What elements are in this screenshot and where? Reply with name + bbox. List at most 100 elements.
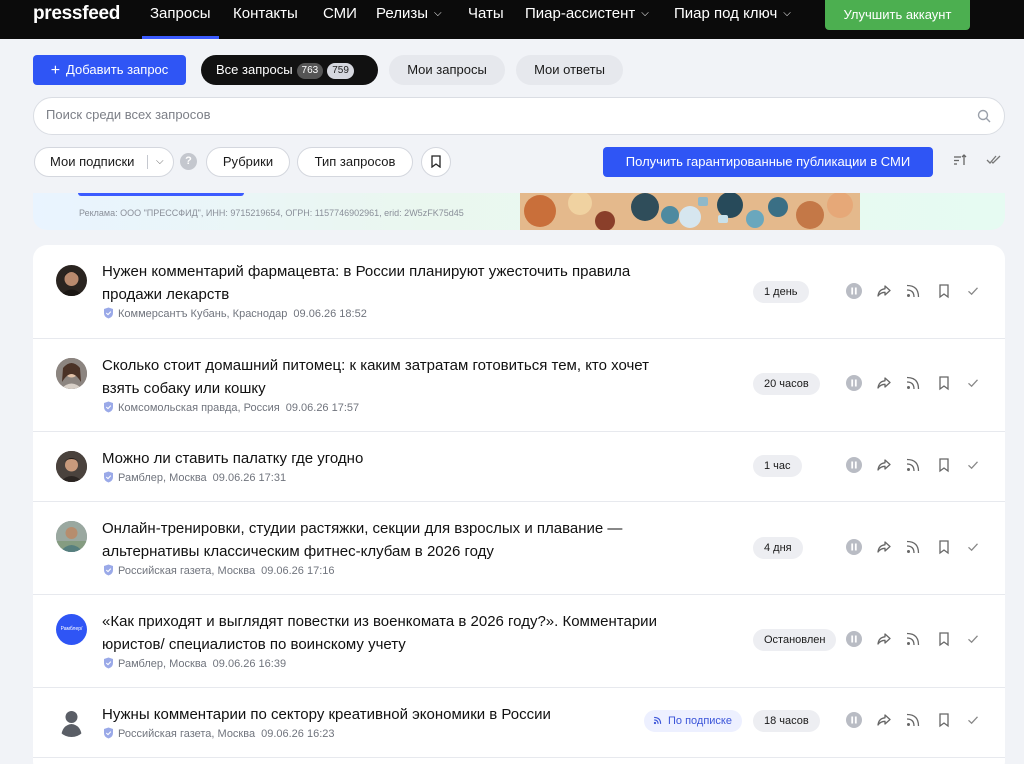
- check-icon[interactable]: [965, 539, 983, 557]
- share-icon[interactable]: [876, 283, 894, 301]
- nav-media[interactable]: СМИ: [323, 5, 357, 39]
- upgrade-account-button[interactable]: Улучшить аккаунт: [825, 0, 970, 30]
- share-icon[interactable]: [876, 375, 894, 393]
- share-icon[interactable]: [876, 631, 894, 649]
- check-icon[interactable]: [965, 631, 983, 649]
- request-source: Рамблер, Москва: [118, 658, 207, 670]
- request-title[interactable]: Сколько стоит домашний питомец: к каким …: [102, 354, 662, 400]
- count-badge: 759: [327, 63, 354, 79]
- verified-shield-icon: [104, 727, 113, 739]
- request-title[interactable]: «Как приходят и выглядят повестки из вое…: [102, 610, 662, 656]
- avatar: [56, 358, 87, 389]
- search-input[interactable]: [46, 107, 946, 122]
- row-actions: [846, 631, 978, 649]
- deadline-badge: 20 часов: [753, 373, 820, 395]
- request-title[interactable]: Онлайн-тренировки, студии растяжки, секц…: [102, 517, 662, 563]
- avatar: [56, 706, 87, 737]
- verified-shield-icon: [104, 471, 113, 483]
- list-item[interactable]: Можно ли ставить палатку где угодно Рамб…: [33, 432, 1005, 502]
- row-actions: [846, 375, 978, 393]
- rss-icon[interactable]: [905, 457, 923, 475]
- request-date: 09.06.26 16:39: [212, 658, 287, 670]
- avatar: Рамблер/: [56, 614, 87, 645]
- rss-icon[interactable]: [905, 712, 923, 730]
- ad-banner[interactable]: Реклама: ООО "ПРЕССФИД", ИНН: 9715219654…: [33, 193, 1005, 230]
- guaranteed-publications-button[interactable]: Получить гарантированные публикации в СМ…: [603, 147, 933, 177]
- nav-pr-assistant[interactable]: Пиар-ассистент ⌵: [525, 5, 649, 39]
- bookmark-icon[interactable]: [936, 539, 954, 557]
- row-actions: [846, 712, 978, 730]
- pause-icon[interactable]: [846, 457, 864, 475]
- share-icon[interactable]: [876, 539, 894, 557]
- nav-pr-turnkey[interactable]: Пиар под ключ ⌵: [674, 5, 791, 39]
- banner-button-edge[interactable]: [78, 193, 244, 196]
- row-actions: [846, 457, 978, 475]
- mark-all-read-icon[interactable]: [986, 153, 1002, 167]
- nav-releases-label: Релизы: [376, 5, 428, 22]
- list-item[interactable]: Рамблер/ «Как приходят и выглядят повест…: [33, 595, 1005, 688]
- check-icon[interactable]: [965, 283, 983, 301]
- row-actions: [846, 283, 978, 301]
- nav-chats[interactable]: Чаты: [468, 5, 504, 39]
- request-meta: Российская газета, Москва 09.06.26 17:16: [103, 564, 335, 577]
- add-request-button[interactable]: + Добавить запрос: [33, 55, 186, 85]
- add-request-label: Добавить запрос: [66, 62, 169, 77]
- request-date: 09.06.26 17:57: [285, 402, 360, 414]
- request-source: Российская газета, Москва: [118, 728, 256, 740]
- list-item[interactable]: Сколько стоит домашний питомец: к каким …: [33, 339, 1005, 432]
- bookmark-icon[interactable]: [936, 283, 954, 301]
- subscription-tag[interactable]: По подписке: [644, 710, 742, 732]
- bookmarks-filter-button[interactable]: [421, 147, 451, 177]
- subscription-tag-label: По подписке: [668, 715, 732, 727]
- rss-icon[interactable]: [905, 631, 923, 649]
- pause-icon[interactable]: [846, 283, 864, 301]
- pause-icon[interactable]: [846, 539, 864, 557]
- pause-icon[interactable]: [846, 375, 864, 393]
- request-source: Комсомольская правда, Россия: [118, 402, 280, 414]
- check-icon[interactable]: [965, 712, 983, 730]
- rubrics-button[interactable]: Рубрики: [206, 147, 290, 177]
- bookmark-icon[interactable]: [936, 631, 954, 649]
- request-title[interactable]: Нужен комментарий фармацевта: в России п…: [102, 260, 662, 306]
- bookmark-icon[interactable]: [936, 375, 954, 393]
- help-icon[interactable]: ?: [180, 153, 197, 170]
- tab-my-answers[interactable]: Мои ответы: [516, 55, 623, 85]
- chevron-down-icon: ⌵: [156, 156, 164, 167]
- rss-icon[interactable]: [905, 375, 923, 393]
- tab-all-requests[interactable]: Все запросы 763 759: [201, 55, 378, 85]
- tab-my-requests[interactable]: Мои запросы: [389, 55, 505, 85]
- nav-releases[interactable]: Релизы ⌵: [376, 5, 442, 39]
- request-meta: Коммерсантъ Кубань, Краснодар 09.06.26 18…: [103, 307, 367, 320]
- share-icon[interactable]: [876, 457, 894, 475]
- bookmark-icon[interactable]: [936, 712, 954, 730]
- request-meta: Рамблер, Москва 09.06.26 16:39: [103, 657, 286, 670]
- bookmark-icon[interactable]: [936, 457, 954, 475]
- pause-icon[interactable]: [846, 631, 864, 649]
- list-item[interactable]: Нужны комментарии по сектору креативной …: [33, 688, 1005, 758]
- list-item[interactable]: Онлайн-тренировки, студии растяжки, секц…: [33, 502, 1005, 595]
- logo[interactable]: pressfeed: [33, 3, 120, 25]
- deadline-badge: 1 час: [753, 455, 802, 477]
- request-title[interactable]: Нужны комментарии по сектору креативной …: [102, 703, 662, 726]
- rss-icon[interactable]: [905, 539, 923, 557]
- chevron-down-icon: ⌵: [433, 8, 442, 19]
- nav-requests[interactable]: Запросы: [142, 5, 218, 39]
- verified-shield-icon: [104, 307, 113, 319]
- request-title[interactable]: Можно ли ставить палатку где угодно: [102, 447, 662, 470]
- request-source: Рамблер, Москва: [118, 472, 207, 484]
- list-item[interactable]: Нужен комментарий фармацевта: в России п…: [33, 245, 1005, 339]
- my-subscriptions-dropdown[interactable]: Мои подписки ⌵: [34, 147, 174, 177]
- my-subscriptions-label: Мои подписки: [50, 154, 135, 169]
- nav-contacts[interactable]: Контакты: [233, 5, 298, 39]
- check-icon[interactable]: [965, 375, 983, 393]
- avatar: [56, 521, 87, 552]
- search-icon[interactable]: [977, 109, 991, 123]
- tab-all-label: Все запросы: [216, 62, 293, 77]
- pause-icon[interactable]: [846, 712, 864, 730]
- sort-icon[interactable]: [953, 153, 967, 167]
- check-icon[interactable]: [965, 457, 983, 475]
- plus-icon: +: [50, 62, 61, 79]
- request-type-button[interactable]: Тип запросов: [297, 147, 413, 177]
- rss-icon[interactable]: [905, 283, 923, 301]
- share-icon[interactable]: [876, 712, 894, 730]
